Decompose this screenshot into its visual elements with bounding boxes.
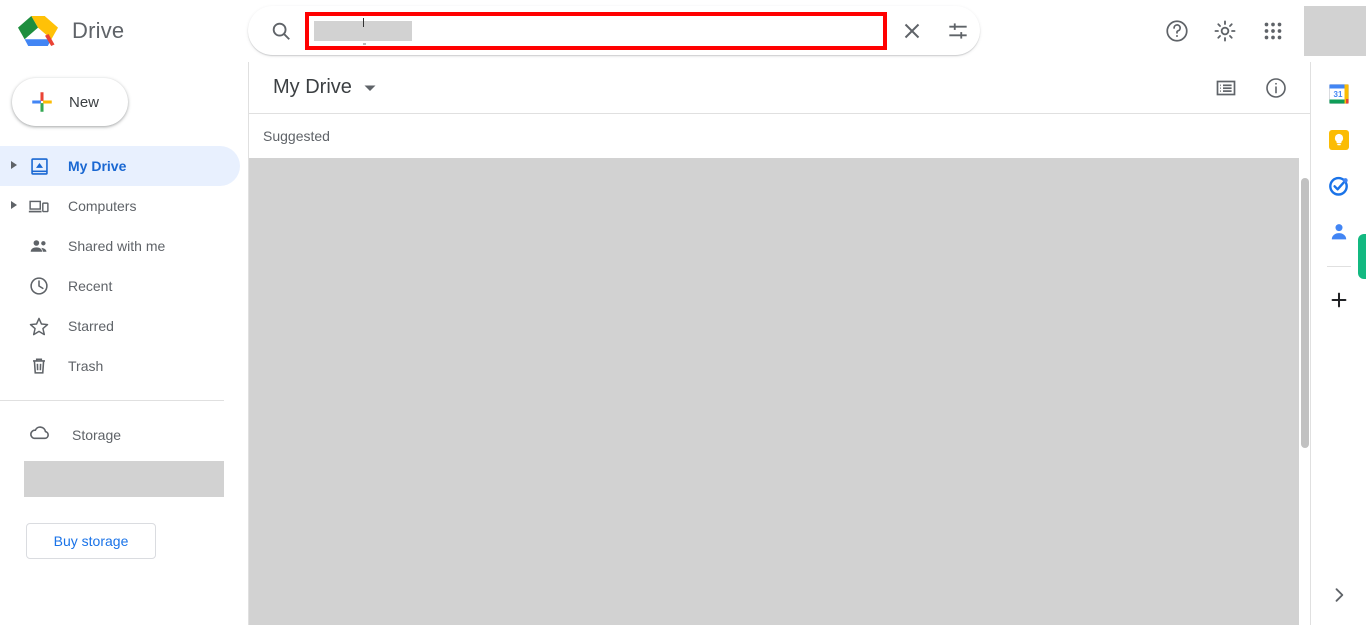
- sidebar-item-starred[interactable]: Starred: [0, 306, 240, 346]
- storage-row[interactable]: Storage: [0, 415, 248, 455]
- new-button[interactable]: New: [12, 78, 128, 126]
- sidebar-item-label: Trash: [68, 358, 104, 374]
- main-header: My Drive: [249, 62, 1310, 113]
- sidebar-nav: My Drive Computers Shared with me Recent…: [0, 146, 248, 386]
- google-contacts-icon[interactable]: [1327, 220, 1351, 244]
- scrollbar-thumb[interactable]: [1301, 178, 1309, 448]
- brand-name: Drive: [72, 18, 125, 43]
- google-calendar-icon[interactable]: 31: [1327, 82, 1351, 106]
- sidebar-item-my-drive[interactable]: My Drive: [0, 146, 240, 186]
- star-icon: [28, 315, 50, 337]
- google-keep-icon[interactable]: [1327, 128, 1351, 152]
- account-avatar[interactable]: [1304, 6, 1366, 56]
- expand-caret-icon[interactable]: [10, 157, 24, 175]
- main-header-actions: [1188, 76, 1288, 100]
- computers-icon: [28, 195, 50, 217]
- text-caret-shadow: [363, 42, 366, 45]
- rail-divider: [1326, 266, 1351, 267]
- my-drive-icon: [28, 155, 50, 177]
- buy-storage-label: Buy storage: [53, 533, 129, 549]
- info-icon[interactable]: [1264, 76, 1288, 100]
- brand[interactable]: Drive: [18, 13, 230, 49]
- side-panel-rail: 31: [1310, 62, 1366, 625]
- text-caret: [363, 17, 364, 27]
- storage-usage-redacted: [24, 461, 224, 497]
- sidebar-divider: [0, 400, 224, 401]
- list-view-icon[interactable]: [1214, 76, 1238, 100]
- plus-icon: [29, 89, 55, 115]
- sidebar-item-label: Computers: [68, 198, 137, 214]
- search-icon[interactable]: [270, 20, 292, 42]
- left-sidebar: New My Drive Computers Shared with me Re…: [0, 62, 248, 625]
- buy-storage-button[interactable]: Buy storage: [26, 523, 156, 559]
- close-icon[interactable]: [899, 18, 925, 44]
- google-drive-window: Drive New My Drive Computers Shared with…: [0, 0, 1366, 625]
- sidebar-item-label: Shared with me: [68, 238, 166, 254]
- accent-tab[interactable]: [1358, 234, 1366, 279]
- svg-text:31: 31: [1333, 90, 1342, 99]
- add-panel-plus-icon[interactable]: [1328, 289, 1350, 311]
- sidebar-item-label: Starred: [68, 318, 114, 334]
- storage-label: Storage: [72, 427, 122, 443]
- search-input-highlight: [305, 11, 887, 50]
- top-bar: Drive: [0, 0, 1366, 62]
- trash-icon: [28, 355, 50, 377]
- suggested-content-redacted: [249, 158, 1300, 625]
- expand-caret-icon[interactable]: [10, 197, 24, 215]
- search-options-icon[interactable]: [945, 18, 971, 44]
- chevron-right-icon[interactable]: [1329, 585, 1349, 605]
- help-icon[interactable]: [1164, 18, 1190, 44]
- cloud-icon: [28, 424, 50, 446]
- sidebar-item-computers[interactable]: Computers: [0, 186, 240, 226]
- sidebar-item-trash[interactable]: Trash: [0, 346, 240, 386]
- main-content: My Drive Suggested: [248, 62, 1310, 625]
- shared-with-me-icon: [28, 235, 50, 257]
- google-drive-logo: [18, 13, 58, 49]
- page-title[interactable]: My Drive: [273, 76, 352, 99]
- apps-grid-icon[interactable]: [1260, 18, 1286, 44]
- sidebar-item-label: My Drive: [68, 158, 127, 174]
- scrollbar[interactable]: [1299, 114, 1310, 625]
- search-bar[interactable]: [248, 6, 980, 55]
- google-tasks-icon[interactable]: [1327, 174, 1351, 198]
- new-button-label: New: [69, 93, 100, 111]
- gear-icon[interactable]: [1212, 18, 1238, 44]
- chevron-down-icon[interactable]: [364, 79, 376, 97]
- sidebar-item-recent[interactable]: Recent: [0, 266, 240, 306]
- suggested-section-header: Suggested: [249, 114, 1310, 158]
- section-label: Suggested: [263, 128, 330, 144]
- sidebar-item-shared-with-me[interactable]: Shared with me: [0, 226, 240, 266]
- sidebar-item-label: Recent: [68, 278, 113, 294]
- clock-icon: [28, 275, 50, 297]
- top-bar-right: [1164, 0, 1366, 62]
